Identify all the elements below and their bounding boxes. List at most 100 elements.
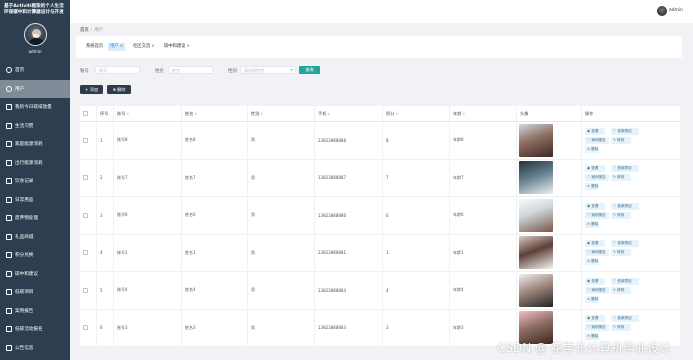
search-button[interactable]: 查询 bbox=[299, 65, 320, 74]
table-row[interactable]: 3 账号6 姓名6 男 13823888886 6 年龄6 ◉ 查看 ♡ 低碳项目 ♡ 案例报告 ✎… bbox=[80, 197, 681, 235]
sidebar-item-label: 出行能源消耗 bbox=[15, 160, 43, 166]
table-row[interactable]: 4 账号1 姓名1 男 13823888881 1 年龄1 ◉ 查看 ♡ 低碳项目 ♡ 案例报告 ✎… bbox=[80, 234, 681, 272]
edit-button[interactable]: ✎ 修改 bbox=[611, 136, 631, 144]
edit-button[interactable]: ✎ 修改 bbox=[611, 286, 631, 294]
edit-button[interactable]: ✎ 修改 bbox=[611, 324, 631, 332]
row-checkbox[interactable] bbox=[83, 325, 88, 331]
report-button[interactable]: ♡ 案例报告 bbox=[585, 249, 609, 257]
sort-icon[interactable]: ⇅ bbox=[327, 112, 330, 116]
table-row[interactable]: 2 账号7 姓名7 男 13823888887 7 年龄7 ◉ 查看 ♡ 低碳项目 ♡ 案例报告 ✎… bbox=[80, 159, 681, 197]
close-icon[interactable]: × bbox=[186, 44, 190, 49]
edit-button[interactable]: ✎ 修改 bbox=[611, 211, 631, 219]
row-delete-button[interactable]: × 删除 bbox=[585, 220, 599, 228]
view-button[interactable]: ◉ 查看 bbox=[585, 315, 605, 323]
report-button[interactable]: ♡ 案例报告 bbox=[585, 211, 609, 219]
checkbox-cell bbox=[80, 122, 97, 159]
project-button[interactable]: ♡ 低碳项目 bbox=[611, 165, 639, 173]
edit-button[interactable]: ✎ 修改 bbox=[611, 249, 631, 257]
avatar-photo[interactable] bbox=[519, 198, 553, 232]
edit-button[interactable]: ✎ 修改 bbox=[611, 174, 631, 182]
cell-account-value: 账号6 bbox=[117, 212, 128, 218]
project-button[interactable]: ♡ 低碳项目 bbox=[611, 240, 639, 248]
header-checkbox-cell bbox=[80, 106, 97, 121]
sidebar-item[interactable]: 家庭能源消耗 bbox=[0, 135, 70, 154]
sidebar-item[interactable]: 积分兑换 bbox=[0, 246, 70, 265]
row-checkbox[interactable] bbox=[83, 250, 88, 256]
cell-points-value: 8 bbox=[386, 137, 389, 143]
view-button-label: 查看 bbox=[591, 316, 599, 321]
report-button-label: 案例报告 bbox=[591, 212, 606, 217]
report-button[interactable]: ♡ 案例报告 bbox=[585, 286, 609, 294]
sidebar-item[interactable]: 礼品商城 bbox=[0, 228, 70, 247]
cell-actions: ◉ 查看 ♡ 低碳项目 ♡ 案例报告 ✎ 修改 × 删除 bbox=[582, 159, 681, 196]
row-delete-button[interactable]: × 删除 bbox=[585, 145, 599, 153]
view-button[interactable]: ◉ 查看 bbox=[585, 127, 605, 135]
cell-account-value: 账号1 bbox=[117, 249, 128, 255]
sidebar-item[interactable]: 日常用品 bbox=[0, 191, 70, 210]
avatar-photo[interactable] bbox=[519, 123, 553, 157]
sidebar-item[interactable]: 低碳项目 bbox=[0, 283, 70, 302]
project-button[interactable]: ♡ 低碳项目 bbox=[611, 202, 639, 210]
avatar[interactable]: 嗨拍 bbox=[23, 23, 47, 46]
tab[interactable]: 用户× bbox=[108, 43, 126, 51]
tab[interactable]: 系统首页 bbox=[84, 43, 105, 51]
user-avatar[interactable] bbox=[657, 6, 667, 16]
row-delete-button[interactable]: × 删除 bbox=[585, 295, 599, 303]
report-button[interactable]: ♡ 案例报告 bbox=[585, 324, 609, 332]
project-button[interactable]: ♡ 低碳项目 bbox=[611, 315, 639, 323]
report-button[interactable]: ♡ 案例报告 bbox=[585, 174, 609, 182]
account-input[interactable]: 账号 bbox=[95, 65, 140, 74]
sort-icon[interactable]: ⇅ bbox=[395, 112, 398, 116]
view-button[interactable]: ◉ 查看 bbox=[585, 202, 605, 210]
sidebar-item-label: 家庭能源消耗 bbox=[15, 142, 43, 148]
row-delete-button[interactable]: × 删除 bbox=[585, 258, 599, 266]
table-row[interactable]: 5 账号4 姓名4 男 13823888884 4 年龄4 ◉ 查看 ♡ 低碳项目 ♡ 案例报告 ✎… bbox=[80, 272, 681, 310]
sort-icon[interactable]: ⇅ bbox=[194, 112, 197, 116]
sidebar-item[interactable]: 公告信息 bbox=[0, 339, 70, 358]
sidebar-item[interactable]: 饮食记录 bbox=[0, 172, 70, 191]
add-button[interactable]: + 添加 bbox=[80, 85, 103, 94]
close-icon[interactable]: × bbox=[120, 44, 124, 49]
sidebar-item[interactable]: 废弃物处理 bbox=[0, 209, 70, 228]
sidebar-item[interactable]: 我的今日碳排放量 bbox=[0, 98, 70, 117]
name-input[interactable]: 姓名 bbox=[168, 65, 213, 74]
tab[interactable]: 社区交流× bbox=[131, 43, 157, 51]
row-delete-button[interactable]: × 删除 bbox=[585, 183, 599, 191]
sidebar-item[interactable]: 首页 bbox=[0, 61, 70, 80]
view-button[interactable]: ◉ 查看 bbox=[585, 240, 605, 248]
column-header: 头像 bbox=[517, 106, 582, 121]
table-row[interactable]: 1 账号8 姓名8 男 13823888888 8 年龄8 ◉ 查看 ♡ 低碳项目 ♡ 案例报告 ✎… bbox=[80, 122, 681, 160]
sidebar-item[interactable]: 生活习惯 bbox=[0, 117, 70, 136]
cell-age: 年龄6 bbox=[450, 197, 517, 234]
row-checkbox[interactable] bbox=[83, 212, 88, 218]
tab[interactable]: 碳中和建议× bbox=[162, 43, 192, 51]
top-username[interactable]: admin bbox=[669, 8, 683, 13]
breadcrumb-home[interactable]: 首页 bbox=[80, 28, 89, 33]
row-checkbox[interactable] bbox=[83, 137, 88, 143]
gender-select[interactable]: 请选择性别 ▼ bbox=[240, 65, 296, 74]
sort-icon[interactable]: ⇅ bbox=[126, 112, 129, 116]
view-button[interactable]: ◉ 查看 bbox=[585, 277, 605, 285]
report-button[interactable]: ♡ 案例报告 bbox=[585, 136, 609, 144]
cell-index: 3 bbox=[97, 197, 114, 234]
project-button[interactable]: ♡ 低碳项目 bbox=[611, 277, 639, 285]
view-button[interactable]: ◉ 查看 bbox=[585, 165, 605, 173]
close-icon[interactable]: × bbox=[151, 44, 155, 49]
sidebar-item[interactable]: 出行能源消耗 bbox=[0, 154, 70, 173]
sort-icon[interactable]: ⇅ bbox=[462, 112, 465, 116]
doc-icon bbox=[6, 122, 12, 129]
row-checkbox[interactable] bbox=[83, 287, 88, 293]
avatar-photo[interactable] bbox=[519, 161, 553, 195]
checkbox-cell bbox=[80, 309, 97, 346]
sidebar-item[interactable]: 案例报告 bbox=[0, 302, 70, 321]
row-checkbox[interactable] bbox=[83, 175, 88, 181]
delete-button[interactable]: ⊗删除 bbox=[107, 85, 131, 94]
avatar-photo[interactable] bbox=[519, 236, 553, 270]
sidebar-item[interactable]: 碳中和建议 bbox=[0, 265, 70, 284]
sidebar-item[interactable]: 低碳活动报名 bbox=[0, 320, 70, 339]
project-button[interactable]: ♡ 低碳项目 bbox=[611, 127, 639, 135]
sort-icon[interactable]: ⇅ bbox=[260, 112, 263, 116]
avatar-photo[interactable] bbox=[519, 273, 553, 307]
row-checkbox[interactable] bbox=[83, 111, 88, 116]
sidebar-item[interactable]: 用户 bbox=[0, 79, 70, 98]
